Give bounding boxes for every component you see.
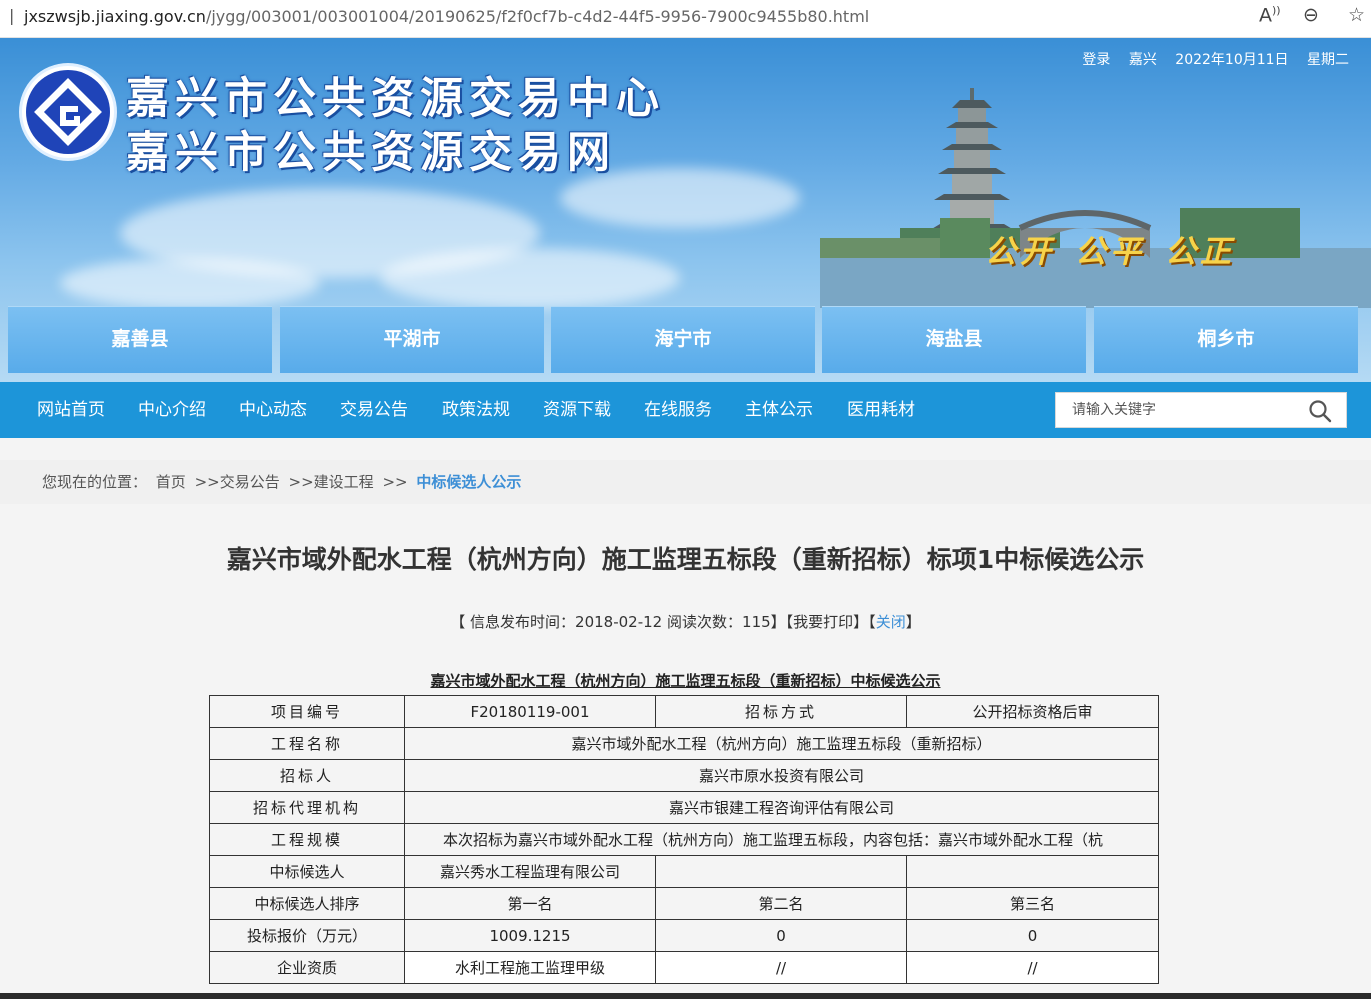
nav-entity-disclosure[interactable]: 主体公示 bbox=[745, 382, 813, 438]
address-bar[interactable]: | jxszwsjb.jiaxing.gov.cn/jygg/003001/00… bbox=[0, 0, 1371, 38]
top-info-bar: 登录 嘉兴 2022年10月11日 星期二 bbox=[1068, 49, 1349, 69]
table-row: 招标代理机构 嘉兴市银建工程咨询评估有限公司 bbox=[209, 791, 1159, 824]
table-caption: 嘉兴市域外配水工程（杭州方向）施工监理五标段（重新招标）中标候选公示 bbox=[430, 672, 941, 690]
breadcrumb-separator: >> bbox=[382, 473, 408, 491]
site-header-banner: 嘉兴市公共资源交易中心 嘉兴市公共资源交易网 登录 嘉兴 2022年10月11日… bbox=[0, 38, 1371, 382]
table-row: 工程规模 本次招标为嘉兴市域外配水工程（杭州方向）施工监理五标段，内容包括：嘉兴… bbox=[209, 823, 1159, 856]
nav-home[interactable]: 网站首页 bbox=[37, 382, 105, 438]
slogan: 公开 公平 公正 bbox=[985, 234, 1235, 270]
search-box bbox=[1055, 392, 1347, 428]
county-tab-haining[interactable]: 海宁市 bbox=[551, 306, 815, 373]
breadcrumb-construction[interactable]: >>建设工程 bbox=[289, 473, 374, 491]
county-tabs: 嘉善县 平湖市 海宁市 海盐县 桐乡市 bbox=[8, 306, 1363, 373]
search-input[interactable] bbox=[1056, 393, 1312, 427]
city-label[interactable]: 嘉兴 bbox=[1129, 52, 1157, 68]
breadcrumb-prefix: 您现在的位置： bbox=[42, 473, 148, 491]
county-tab-haiyan[interactable]: 海盐县 bbox=[822, 306, 1086, 373]
read-aloud-icon[interactable]: A)) bbox=[1259, 4, 1281, 26]
article-meta: 【 信息发布时间：2018-02-12 阅读次数：115】【我要打印】【关闭】 bbox=[450, 613, 921, 631]
url-text[interactable]: jxszwsjb.jiaxing.gov.cn/jygg/003001/0030… bbox=[24, 7, 869, 26]
favorite-icon[interactable]: ☆ bbox=[1348, 4, 1365, 26]
nav-online-service[interactable]: 在线服务 bbox=[644, 382, 712, 438]
table-row: 项目编号 F20180119-001 招标方式 公开招标资格后审 bbox=[209, 695, 1159, 728]
site-logo[interactable] bbox=[22, 66, 114, 158]
search-icon[interactable] bbox=[1308, 399, 1332, 423]
text-cursor: | bbox=[9, 6, 15, 25]
breadcrumb-announcements[interactable]: >>交易公告 bbox=[195, 473, 280, 491]
table-row: 招标人 嘉兴市原水投资有限公司 bbox=[209, 759, 1159, 792]
nav-medical-supplies[interactable]: 医用耗材 bbox=[847, 382, 915, 438]
nav-announcements[interactable]: 交易公告 bbox=[340, 382, 408, 438]
publish-date: 2018-02-12 bbox=[575, 613, 663, 631]
table-row: 中标候选人 嘉兴秀水工程监理有限公司 bbox=[209, 855, 1159, 888]
county-tab-pinghu[interactable]: 平湖市 bbox=[280, 306, 544, 373]
table-row: 企业资质 水利工程施工监理甲级 // // bbox=[209, 951, 1159, 984]
login-link[interactable]: 登录 bbox=[1082, 52, 1110, 68]
current-weekday: 星期二 bbox=[1307, 52, 1349, 68]
page-title: 嘉兴市域外配水工程（杭州方向）施工监理五标段（重新招标）标项1中标候选公示 bbox=[226, 545, 1145, 574]
site-name-secondary: 嘉兴市公共资源交易网 bbox=[126, 128, 616, 178]
nav-about[interactable]: 中心介绍 bbox=[138, 382, 206, 438]
breadcrumb: 您现在的位置： 首页 >>交易公告 >>建设工程 >> 中标候选人公示 bbox=[42, 471, 525, 492]
site-name-primary: 嘉兴市公共资源交易中心 bbox=[126, 74, 665, 124]
logo-mark-icon bbox=[26, 70, 110, 154]
main-nav: 网站首页 中心介绍 中心动态 交易公告 政策法规 资源下载 在线服务 主体公示 … bbox=[0, 382, 1371, 438]
zoom-out-icon[interactable]: ⊖ bbox=[1303, 4, 1319, 26]
nav-news[interactable]: 中心动态 bbox=[239, 382, 307, 438]
read-count: 115 bbox=[742, 613, 771, 631]
close-link[interactable]: 关闭 bbox=[876, 613, 906, 631]
current-date: 2022年10月11日 bbox=[1175, 52, 1289, 68]
breadcrumb-current[interactable]: 中标候选人公示 bbox=[416, 473, 521, 491]
table-row: 工程名称 嘉兴市域外配水工程（杭州方向）施工监理五标段（重新招标） bbox=[209, 727, 1159, 760]
nav-policies[interactable]: 政策法规 bbox=[442, 382, 510, 438]
breadcrumb-home[interactable]: 首页 bbox=[156, 473, 186, 491]
county-tab-jiashan[interactable]: 嘉善县 bbox=[8, 306, 272, 373]
county-tab-tongxiang[interactable]: 桐乡市 bbox=[1094, 306, 1358, 373]
table-row: 中标候选人排序 第一名 第二名 第三名 bbox=[209, 887, 1159, 920]
table-row: 投标报价（万元） 1009.1215 0 0 bbox=[209, 919, 1159, 952]
print-link[interactable]: 】【我要打印】【 bbox=[771, 613, 876, 631]
taskbar-edge bbox=[0, 993, 1371, 999]
bid-candidate-table: 项目编号 F20180119-001 招标方式 公开招标资格后审 工程名称 嘉兴… bbox=[209, 695, 1159, 984]
nav-downloads[interactable]: 资源下载 bbox=[543, 382, 611, 438]
